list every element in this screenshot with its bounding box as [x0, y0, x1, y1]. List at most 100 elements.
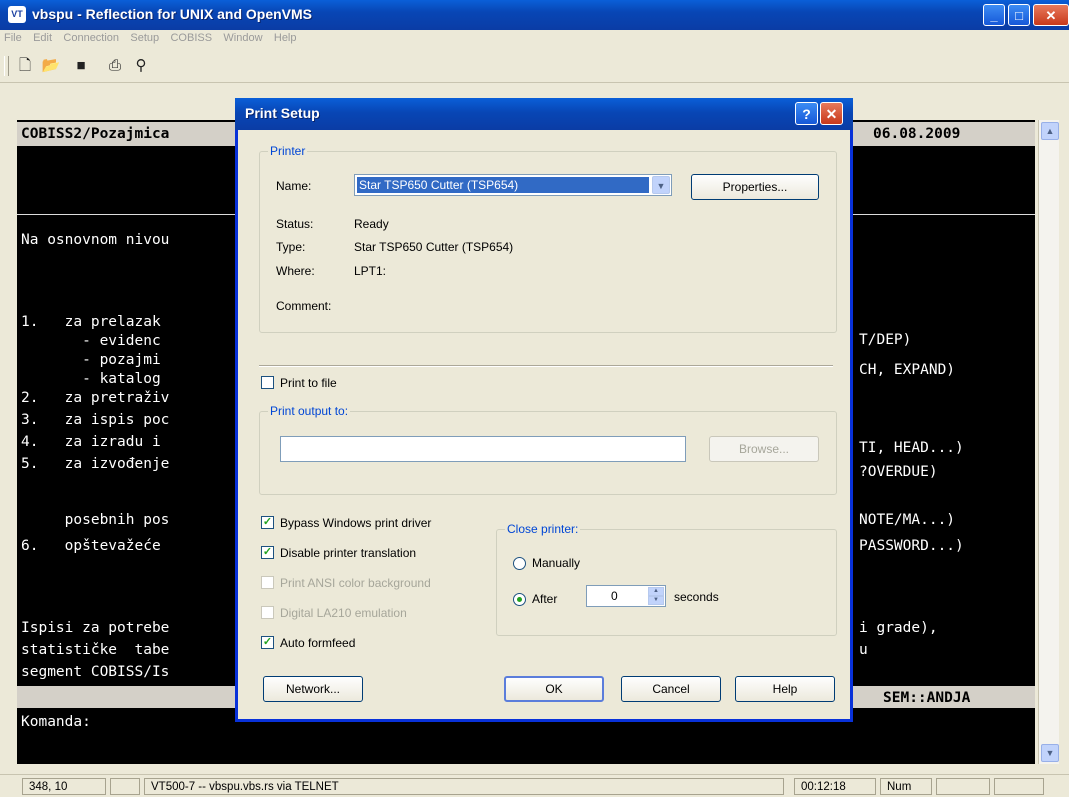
status-empty: [110, 778, 140, 795]
menu-help[interactable]: Help: [270, 30, 301, 46]
terminal-line-right: u: [859, 642, 868, 658]
radio-selected-dot: [517, 597, 522, 602]
terminal-line-right: PASSWORD...): [859, 538, 964, 554]
dialog-title: Print Setup: [245, 105, 320, 121]
cancel-button[interactable]: Cancel: [621, 676, 721, 702]
printer-group-label: Printer: [268, 144, 308, 158]
auto-formfeed-label[interactable]: Auto formfeed: [280, 636, 355, 650]
print-output-label: Print output to:: [268, 404, 351, 418]
terminal-line: - pozajmi: [21, 352, 161, 368]
menu-bar: File Edit Connection Setup COBISS Window…: [0, 30, 1069, 50]
network-button[interactable]: Network...: [263, 676, 363, 702]
window-title-bar[interactable]: VT vbspu - Reflection for UNIX and OpenV…: [0, 0, 1069, 30]
close-icon[interactable]: ✕: [1033, 4, 1069, 26]
terminal-line: statističke tabe: [21, 642, 170, 658]
close-printer-label: Close printer:: [505, 522, 581, 536]
ok-button[interactable]: OK: [504, 676, 604, 702]
printer-status-value: Ready: [354, 217, 389, 231]
close-icon[interactable]: ✕: [820, 102, 843, 125]
print-to-file-checkbox[interactable]: [261, 376, 274, 389]
disable-translation-checkbox[interactable]: ✓: [261, 546, 274, 559]
status-empty-2: [936, 778, 990, 795]
menu-window[interactable]: Window: [219, 30, 266, 46]
la210-emulation-label: Digital LA210 emulation: [280, 606, 407, 620]
seconds-value[interactable]: 0: [611, 589, 618, 603]
app-icon: VT: [8, 6, 26, 23]
maximize-icon[interactable]: □: [1008, 4, 1030, 26]
seconds-spinner[interactable]: 0 ▲ ▼: [586, 585, 666, 607]
terminal-line: 1. za prelazak: [21, 314, 161, 330]
terminal-line: 2. za pretraživ: [21, 390, 170, 406]
dialog-title-bar[interactable]: Print Setup ? ✕: [235, 98, 853, 130]
terminal-line: segment COBISS/Is: [21, 664, 170, 680]
spin-up-icon[interactable]: ▲: [648, 587, 664, 596]
new-icon[interactable]: 🗋: [14, 56, 36, 76]
terminal-line: - evidenc: [21, 333, 161, 349]
toolbar-grip[interactable]: [4, 56, 9, 76]
terminal-line: 4. za izradu i: [21, 434, 161, 450]
terminal-line-right: ?OVERDUE): [859, 464, 938, 480]
close-after-label[interactable]: After: [532, 592, 557, 606]
terminal-line-right: T/DEP): [859, 332, 912, 348]
menu-edit[interactable]: Edit: [29, 30, 56, 46]
terminal-line: 3. za ispis poc: [21, 412, 170, 428]
terminal-header-title: COBISS2/Pozajmica: [21, 126, 170, 142]
terminal-line-right: CH, EXPAND): [859, 362, 956, 378]
terminal-line-right: i grade),: [859, 620, 938, 636]
browse-button[interactable]: Browse...: [709, 436, 819, 462]
print-to-file-label[interactable]: Print to file: [280, 376, 337, 390]
open-icon[interactable]: 📂: [40, 56, 62, 76]
save-icon[interactable]: ■: [70, 56, 92, 76]
scroll-up-icon[interactable]: ▲: [1041, 122, 1059, 140]
terminal-line: Na osnovnom nivou: [21, 232, 170, 248]
printer-comment-label: Comment:: [276, 299, 332, 313]
status-connection: VT500-7 -- vbspu.vbs.rs via TELNET: [144, 778, 784, 795]
close-after-radio[interactable]: [513, 593, 526, 606]
seconds-spin-buttons: ▲ ▼: [648, 587, 664, 605]
printer-type-label: Type:: [276, 240, 306, 254]
terminal-command-prompt[interactable]: Komanda:: [21, 714, 91, 730]
printer-status-label: Status:: [276, 217, 314, 231]
window-title: vbspu - Reflection for UNIX and OpenVMS: [32, 6, 313, 22]
dialog-divider: [259, 365, 833, 367]
terminal-scrollbar[interactable]: ▲ ▼: [1038, 120, 1059, 764]
la210-emulation-checkbox[interactable]: [261, 606, 274, 619]
menu-connection[interactable]: Connection: [59, 30, 123, 46]
terminal-footer-user: SEM::ANDJA: [883, 690, 971, 706]
chevron-down-icon[interactable]: ▼: [652, 176, 670, 194]
bypass-driver-checkbox[interactable]: ✓: [261, 516, 274, 529]
terminal-line: 6. opštevažeće: [21, 538, 161, 554]
close-printer-group: Close printer:: [496, 522, 837, 636]
help-button[interactable]: Help: [735, 676, 835, 702]
printer-name-select[interactable]: Star TSP650 Cutter (TSP654) ▼: [354, 174, 672, 196]
auto-formfeed-checkbox[interactable]: ✓: [261, 636, 274, 649]
terminal-header-date: 06.08.2009: [873, 126, 961, 142]
print-output-path-input[interactable]: [280, 436, 686, 462]
minimize-icon[interactable]: _: [983, 4, 1005, 26]
properties-button[interactable]: Properties...: [691, 174, 819, 200]
bypass-driver-label[interactable]: Bypass Windows print driver: [280, 516, 431, 530]
print-icon[interactable]: ⎙: [104, 56, 126, 76]
print-setup-dialog: Print Setup ? ✕ Printer Name: Star TSP65…: [235, 98, 853, 722]
menu-file[interactable]: File: [0, 30, 26, 46]
menu-cobiss[interactable]: COBISS: [166, 30, 216, 46]
help-icon[interactable]: ?: [795, 102, 818, 125]
scroll-down-icon[interactable]: ▼: [1041, 744, 1059, 762]
printer-where-value: LPT1:: [354, 264, 387, 278]
status-empty-3: [994, 778, 1044, 795]
close-manually-radio[interactable]: [513, 557, 526, 570]
printer-type-value: Star TSP650 Cutter (TSP654): [354, 240, 514, 254]
menu-setup[interactable]: Setup: [126, 30, 163, 46]
find-icon[interactable]: ⚲: [130, 56, 152, 76]
terminal-line: - katalog: [21, 371, 161, 387]
spin-down-icon[interactable]: ▼: [648, 596, 664, 605]
ansi-background-checkbox[interactable]: [261, 576, 274, 589]
printer-name-label: Name:: [276, 179, 312, 193]
terminal-line-right: NOTE/MA...): [859, 512, 956, 528]
disable-translation-label[interactable]: Disable printer translation: [280, 546, 416, 560]
printer-where-label: Where:: [276, 264, 315, 278]
terminal-line: posebnih pos: [21, 512, 170, 528]
status-time: 00:12:18: [794, 778, 876, 795]
close-manually-label[interactable]: Manually: [532, 556, 580, 570]
terminal-line-right: TI, HEAD...): [859, 440, 964, 456]
